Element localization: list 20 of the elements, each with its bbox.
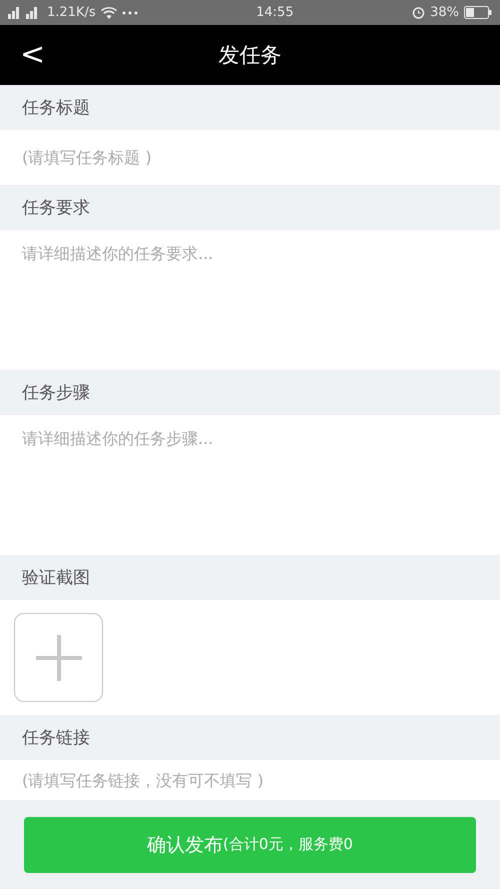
section-label: 任务要求	[22, 197, 90, 219]
section-label: 验证截图	[22, 567, 90, 589]
section-label: 任务标题	[22, 97, 90, 119]
back-button[interactable]: <	[14, 35, 52, 75]
page-title: 发任务	[218, 42, 282, 69]
battery-percent: 38%	[430, 5, 459, 20]
alarm-icon	[412, 6, 426, 19]
more-icon	[122, 10, 138, 14]
input-field[interactable]: (请填写任务标题 )	[0, 130, 500, 185]
input-field[interactable]: (请填写任务链接，没有可不填写 )	[0, 760, 500, 800]
section-label: 任务链接	[22, 727, 90, 749]
text-area[interactable]: 请详细描述你的任务要求...	[0, 230, 500, 370]
network-speed: 1.21K/s	[47, 5, 96, 20]
battery-icon	[464, 6, 492, 19]
plus-icon	[36, 634, 82, 680]
add-image-button[interactable]	[14, 613, 103, 702]
text-area[interactable]: 请详细描述你的任务步骤...	[0, 415, 500, 555]
clock-time: 14:55	[256, 5, 294, 20]
wifi-icon	[100, 6, 117, 19]
section-label: 任务步骤	[22, 382, 90, 404]
